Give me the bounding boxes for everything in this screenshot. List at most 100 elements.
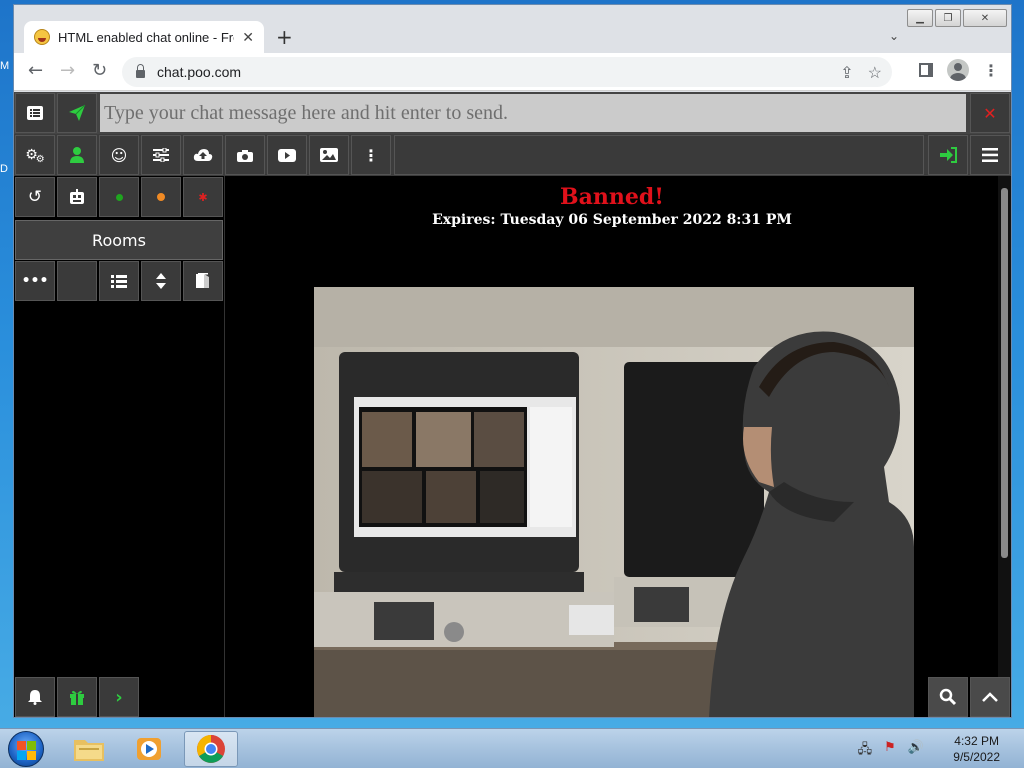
windows-logo-icon [17,741,26,750]
chrome-taskbar-button[interactable] [184,731,238,767]
media-player-icon [137,738,161,760]
rooms-list-button[interactable] [99,261,139,301]
reload-icon[interactable]: ↻ [92,61,107,81]
taskbar-clock[interactable]: 4:32 PM 9/5/2022 [953,733,1000,765]
image-icon [320,148,338,162]
status-online-button[interactable] [99,177,139,217]
status-busy-button[interactable]: ✱ [183,177,223,217]
user-profile-button[interactable] [57,135,97,175]
bell-icon [28,690,42,705]
system-tray: 🖧 ⚑ 🔊 [858,740,924,762]
desktop-text-m: M [0,60,10,72]
action-center-flag-icon[interactable]: ⚑ [884,740,896,762]
kebab-menu-icon: ⋮ [363,145,379,165]
tab-search-chevron-icon[interactable]: ⌄ [889,29,899,43]
green-status-dot-icon [115,193,123,201]
side-panel-icon[interactable] [919,63,933,77]
os-taskbar: 🖧 ⚑ 🔊 4:32 PM 9/5/2022 [0,728,1024,768]
minimize-button[interactable]: ▁ [907,9,933,27]
browser-window: HTML enabled chat online - Free ✕ + ⌄ ▁ … [13,4,1012,718]
message-list-button[interactable] [15,93,55,133]
login-button[interactable] [928,135,968,175]
ban-title: Banned! [560,184,664,210]
main-menu-button[interactable] [970,135,1010,175]
sign-in-icon [940,147,957,163]
chrome-icon [197,735,225,763]
file-explorer-taskbar-button[interactable] [62,731,116,767]
leave-room-button[interactable] [183,261,223,301]
image-button[interactable] [309,135,349,175]
tool-row-spacer [394,135,924,175]
chevron-right-icon: › [115,686,123,708]
notifications-button[interactable] [15,677,55,717]
back-arrow-icon[interactable]: ← [28,61,43,81]
url-text: chat.poo.com [157,64,242,80]
scrollbar-thumb[interactable] [1001,188,1008,558]
search-icon [939,688,957,706]
settings-button[interactable]: ⚙ ⚙ [15,135,55,175]
status-away-button[interactable] [141,177,181,217]
ban-animation-image [314,287,914,717]
robot-icon [70,189,84,204]
share-icon[interactable]: ⇪ [840,63,853,83]
volume-icon[interactable]: 🔊 [908,740,924,762]
browser-menu-kebab-icon[interactable]: ⋮ [983,61,999,80]
red-status-star-icon: ✱ [198,190,208,204]
tab-close-icon[interactable]: ✕ [242,29,254,46]
browser-toolbar: ← → ↻ chat.poo.com ⇪ ☆ ⋮ [14,53,1011,91]
ban-expiry-text: Expires: Tuesday 06 September 2022 8:31 … [432,212,792,228]
paper-plane-icon [69,104,86,121]
forward-arrow-icon[interactable]: → [60,61,75,81]
desktop-text-d: D [0,163,8,175]
clear-message-button[interactable]: ✕ [970,93,1010,133]
chat-message-input[interactable] [100,94,966,132]
bookmark-star-icon[interactable]: ☆ [868,63,882,83]
upload-button[interactable] [183,135,223,175]
rooms-sort-button[interactable] [141,261,181,301]
media-player-taskbar-button[interactable] [122,731,176,767]
window-controls: ▁ ❐ ✕ [907,9,1007,27]
rooms-more-button[interactable]: ••• [15,261,55,301]
youtube-button[interactable] [267,135,307,175]
sliders-button[interactable] [141,135,181,175]
history-icon: ↺ [27,187,43,207]
clock-time: 4:32 PM [954,734,999,748]
restore-button[interactable]: ❐ [935,9,961,27]
tool-row: ⚙ ⚙ ☺ ⋮ [14,134,1011,176]
expand-sidebar-button[interactable]: › [99,677,139,717]
ellipsis-icon: ••• [21,273,49,289]
site-favicon-icon [34,29,50,45]
search-button[interactable] [928,677,968,717]
history-button[interactable]: ↺ [15,177,55,217]
start-button[interactable] [8,731,44,767]
more-options-button[interactable]: ⋮ [351,135,391,175]
browser-tab[interactable]: HTML enabled chat online - Free ✕ [24,21,264,53]
gift-icon [70,690,84,705]
rooms-header[interactable]: Rooms [15,220,223,260]
network-icon[interactable]: 🖧 [858,740,873,762]
clock-date: 9/5/2022 [953,750,1000,764]
close-x-icon: ✕ [983,103,997,123]
smiley-icon: ☺ [110,145,128,165]
camera-button[interactable] [225,135,265,175]
hamburger-menu-icon [982,148,998,162]
door-icon [196,273,209,288]
profile-avatar-icon[interactable] [947,59,969,81]
list-icon [111,274,127,288]
sliders-icon [153,148,169,162]
sort-icon [156,273,166,289]
rooms-blank-button[interactable] [57,261,97,301]
scroll-top-button[interactable] [970,677,1010,717]
window-close-button[interactable]: ✕ [963,9,1007,27]
emoji-button[interactable]: ☺ [99,135,139,175]
lock-icon [136,64,145,78]
new-tab-button[interactable]: + [276,27,293,47]
page-viewport: ✕ ⚙⚙ ☺ [14,92,1011,717]
gift-button[interactable] [57,677,97,717]
address-bar[interactable]: chat.poo.com ⇪ ☆ [122,57,892,87]
tab-title: HTML enabled chat online - Free [58,29,235,45]
robot-button[interactable] [57,177,97,217]
send-button[interactable] [57,93,97,133]
page-scrollbar[interactable] [998,176,1011,717]
left-sidebar: ↺ ✱ Rooms ••• › [14,176,225,717]
